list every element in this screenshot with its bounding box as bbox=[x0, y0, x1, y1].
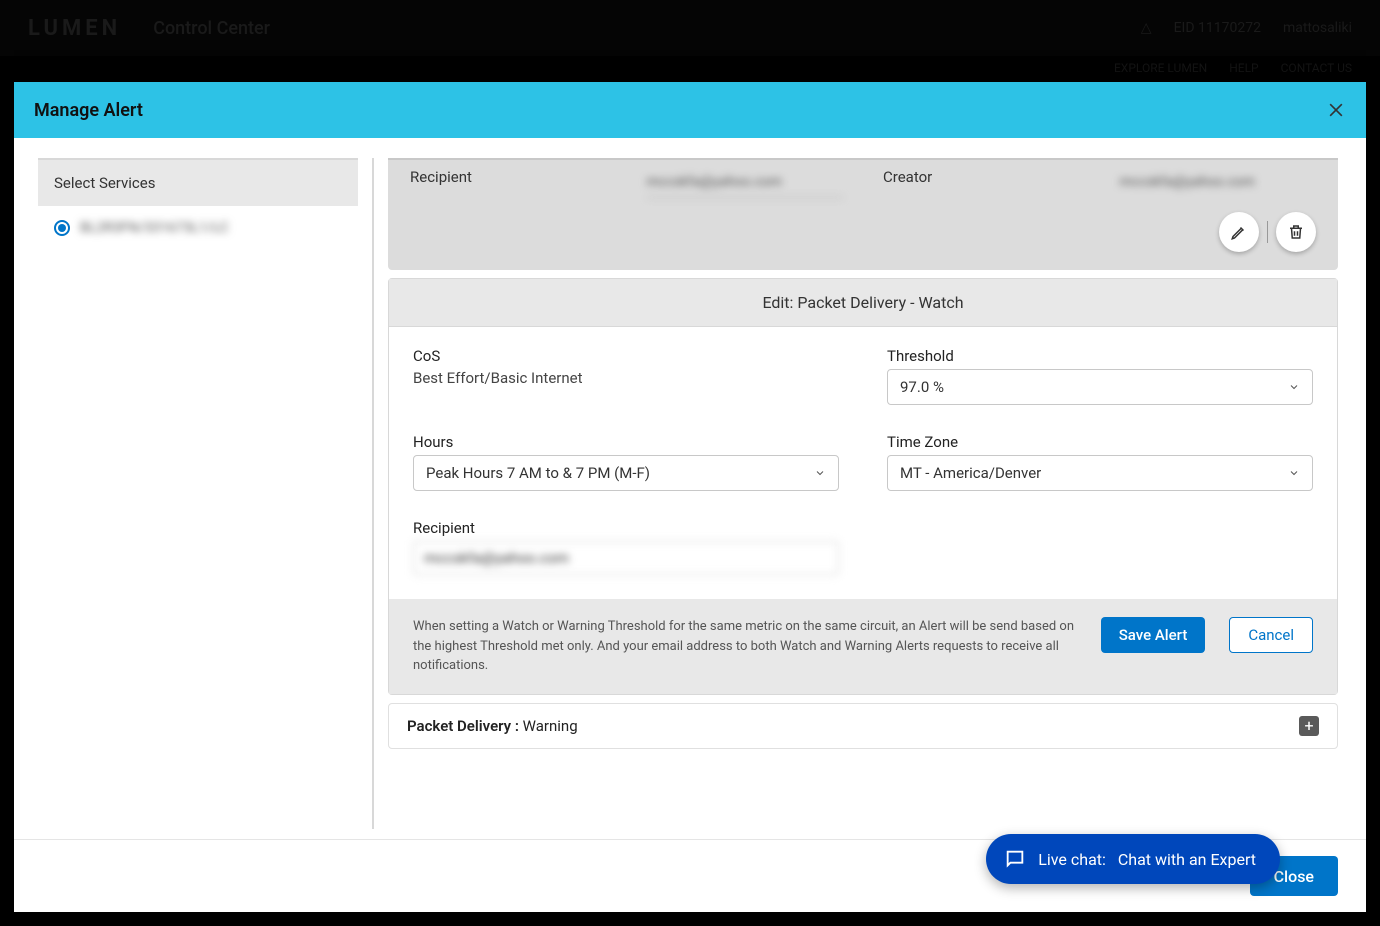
hours-label: Hours bbox=[413, 433, 839, 451]
brand-logo: LUMEN bbox=[28, 16, 121, 41]
recipient-field: Recipient bbox=[413, 519, 839, 575]
timezone-field: Time Zone MT - America/Denver bbox=[887, 433, 1313, 491]
edit-footer: When setting a Watch or Warning Threshol… bbox=[389, 599, 1337, 694]
trash-icon bbox=[1287, 223, 1305, 241]
service-id: BL2R3FN/331673L1/LC bbox=[80, 220, 229, 236]
accordion-level: Warning bbox=[519, 717, 578, 735]
vertical-divider bbox=[372, 158, 374, 829]
recipient-label: Recipient bbox=[410, 168, 607, 186]
creator-value: mccskfa@yahoo.com bbox=[1120, 168, 1317, 198]
threshold-value: 97.0 % bbox=[900, 378, 944, 396]
notification-icon: △ bbox=[1141, 20, 1152, 36]
timezone-value: MT - America/Denver bbox=[900, 464, 1041, 482]
creator-label: Creator bbox=[883, 168, 1080, 186]
hours-select[interactable]: Peak Hours 7 AM to & 7 PM (M-F) bbox=[413, 455, 839, 491]
delete-button[interactable] bbox=[1276, 212, 1316, 252]
help-text: When setting a Watch or Warning Threshol… bbox=[413, 617, 1077, 676]
recipient-edit-label: Recipient bbox=[413, 519, 839, 537]
cos-field: CoS Best Effort/Basic Internet bbox=[413, 347, 839, 405]
accordion-label: Packet Delivery : Warning bbox=[407, 717, 578, 735]
hours-field: Hours Peak Hours 7 AM to & 7 PM (M-F) bbox=[413, 433, 839, 491]
timezone-label: Time Zone bbox=[887, 433, 1313, 451]
hours-value: Peak Hours 7 AM to & 7 PM (M-F) bbox=[426, 464, 650, 482]
alert-summary-card: Recipient mccskfa@yahoo.com Creator mccs… bbox=[388, 158, 1338, 270]
modal-header: Manage Alert bbox=[14, 82, 1366, 138]
save-alert-button[interactable]: Save Alert bbox=[1101, 617, 1206, 653]
chevron-down-icon bbox=[1288, 381, 1300, 393]
edit-card: Edit: Packet Delivery - Watch CoS Best E… bbox=[388, 278, 1338, 695]
content-area: Recipient mccskfa@yahoo.com Creator mccs… bbox=[388, 158, 1356, 839]
edit-button[interactable] bbox=[1219, 212, 1259, 252]
chat-prefix: Live chat: bbox=[1038, 850, 1106, 869]
recipient-input[interactable] bbox=[413, 541, 839, 575]
chat-label: Chat with an Expert bbox=[1118, 850, 1256, 869]
subnav-contact: CONTACT US bbox=[1281, 61, 1352, 75]
close-icon[interactable] bbox=[1326, 100, 1346, 120]
manage-alert-modal: Manage Alert Select Services BL2R3FN/331… bbox=[14, 82, 1366, 912]
warning-accordion[interactable]: Packet Delivery : Warning + bbox=[388, 703, 1338, 749]
accordion-metric: Packet Delivery : bbox=[407, 717, 519, 735]
eid-dropdown: EID 11170272 bbox=[1174, 20, 1261, 36]
chat-icon bbox=[1004, 848, 1026, 870]
top-subnav: EXPLORE LUMEN HELP CONTACT US bbox=[1114, 56, 1380, 80]
cos-label: CoS bbox=[413, 347, 839, 365]
expand-icon[interactable]: + bbox=[1299, 716, 1319, 736]
cancel-button[interactable]: Cancel bbox=[1229, 617, 1313, 653]
timezone-select[interactable]: MT - America/Denver bbox=[887, 455, 1313, 491]
cos-value: Best Effort/Basic Internet bbox=[413, 369, 839, 387]
threshold-field: Threshold 97.0 % bbox=[887, 347, 1313, 405]
app-name: Control Center bbox=[153, 18, 270, 39]
threshold-label: Threshold bbox=[887, 347, 1313, 365]
recipient-value: mccskfa@yahoo.com bbox=[647, 168, 844, 198]
threshold-select[interactable]: 97.0 % bbox=[887, 369, 1313, 405]
subnav-explore: EXPLORE LUMEN bbox=[1114, 61, 1207, 75]
sidebar-heading: Select Services bbox=[38, 158, 358, 206]
sidebar: Select Services BL2R3FN/331673L1/LC bbox=[38, 158, 358, 839]
edit-card-heading: Edit: Packet Delivery - Watch bbox=[389, 279, 1337, 327]
live-chat-button[interactable]: Live chat: Chat with an Expert bbox=[986, 834, 1280, 884]
app-header: LUMEN Control Center △ EID 11170272 matt… bbox=[0, 0, 1380, 56]
pencil-icon bbox=[1230, 223, 1248, 241]
radio-icon[interactable] bbox=[54, 220, 70, 236]
divider bbox=[1267, 221, 1268, 243]
modal-title: Manage Alert bbox=[34, 100, 143, 121]
subnav-help: HELP bbox=[1229, 61, 1258, 75]
sidebar-item-service[interactable]: BL2R3FN/331673L1/LC bbox=[38, 206, 358, 250]
chevron-down-icon bbox=[1288, 467, 1300, 479]
chevron-down-icon bbox=[814, 467, 826, 479]
user-dropdown: mattosaliki bbox=[1283, 20, 1352, 36]
